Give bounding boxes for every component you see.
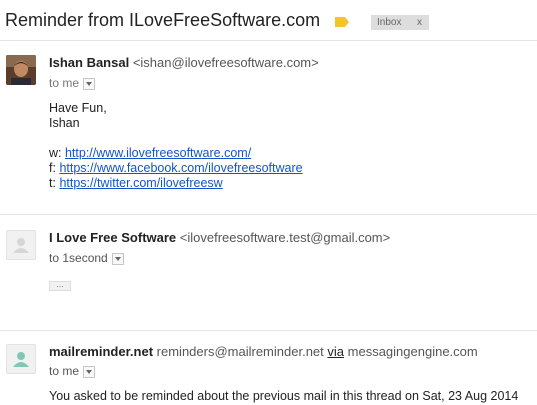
twitter-link[interactable]: https://twitter.com/ilovefreesw [59, 176, 222, 190]
twitter-link-row: t: https://twitter.com/ilovefreesw [49, 176, 223, 191]
recipients-line: to me [49, 76, 96, 90]
via-link[interactable]: via [327, 344, 344, 359]
sender-email: <ishan@ilovefreesoftware.com> [132, 55, 319, 70]
recipients-line: to 1second [49, 251, 124, 265]
website-link-row: w: http://www.ilovefreesoftware.com/ [49, 146, 251, 161]
recipients-text: to me [49, 364, 80, 378]
recipients-text: to me [49, 76, 80, 90]
avatar-photo-icon [6, 55, 36, 85]
show-trimmed-content-button[interactable]: ... [49, 280, 71, 291]
message-divider [0, 330, 537, 331]
sender-avatar[interactable] [6, 230, 36, 260]
thread-subject: Reminder from ILoveFreeSoftware.com [5, 10, 321, 30]
thread-header: Reminder from ILoveFreeSoftware.com Inbo… [0, 0, 537, 40]
recipients-line: to me [49, 364, 96, 378]
message-divider [0, 214, 537, 215]
sender-name[interactable]: Ishan Bansal [49, 55, 129, 70]
default-person-icon [13, 238, 29, 253]
important-tag-icon[interactable] [335, 17, 349, 27]
message-sender: mailreminder.net reminders@mailreminder.… [49, 344, 478, 359]
link-prefix: w: [49, 146, 62, 160]
show-details-dropdown-icon[interactable] [83, 365, 96, 378]
facebook-link-row: f: https://www.facebook.com/ilovefreesof… [49, 161, 303, 176]
show-details-dropdown-icon[interactable] [83, 77, 96, 90]
message-sender: I Love Free Software <ilovefreesoftware.… [49, 230, 390, 245]
remove-label-button[interactable]: x [417, 15, 422, 30]
header-divider [0, 40, 537, 41]
sender-avatar[interactable] [6, 55, 36, 85]
default-person-icon [13, 352, 29, 367]
via-domain: messagingengine.com [347, 344, 478, 359]
inbox-label: Inbox [377, 17, 402, 28]
sender-email: reminders@mailreminder.net [156, 344, 324, 359]
inbox-label-chip[interactable]: Inbox x [371, 15, 429, 30]
sender-name[interactable]: I Love Free Software [49, 230, 176, 245]
message-sender: Ishan Bansal <ishan@ilovefreesoftware.co… [49, 55, 319, 70]
link-prefix: f: [49, 161, 56, 175]
facebook-link[interactable]: https://www.facebook.com/ilovefreesoftwa… [59, 161, 302, 175]
sender-name[interactable]: mailreminder.net [49, 344, 153, 359]
sender-avatar[interactable] [6, 344, 36, 374]
body-line: Have Fun, [49, 101, 107, 115]
body-line: Ishan [49, 116, 80, 130]
message-snippet: You asked to be reminded about the previ… [49, 389, 519, 403]
link-prefix: t: [49, 176, 56, 190]
show-details-dropdown-icon[interactable] [111, 252, 124, 265]
recipients-text: to 1second [49, 251, 108, 265]
sender-email: <ilovefreesoftware.test@gmail.com> [179, 230, 391, 245]
website-link[interactable]: http://www.ilovefreesoftware.com/ [65, 146, 251, 160]
